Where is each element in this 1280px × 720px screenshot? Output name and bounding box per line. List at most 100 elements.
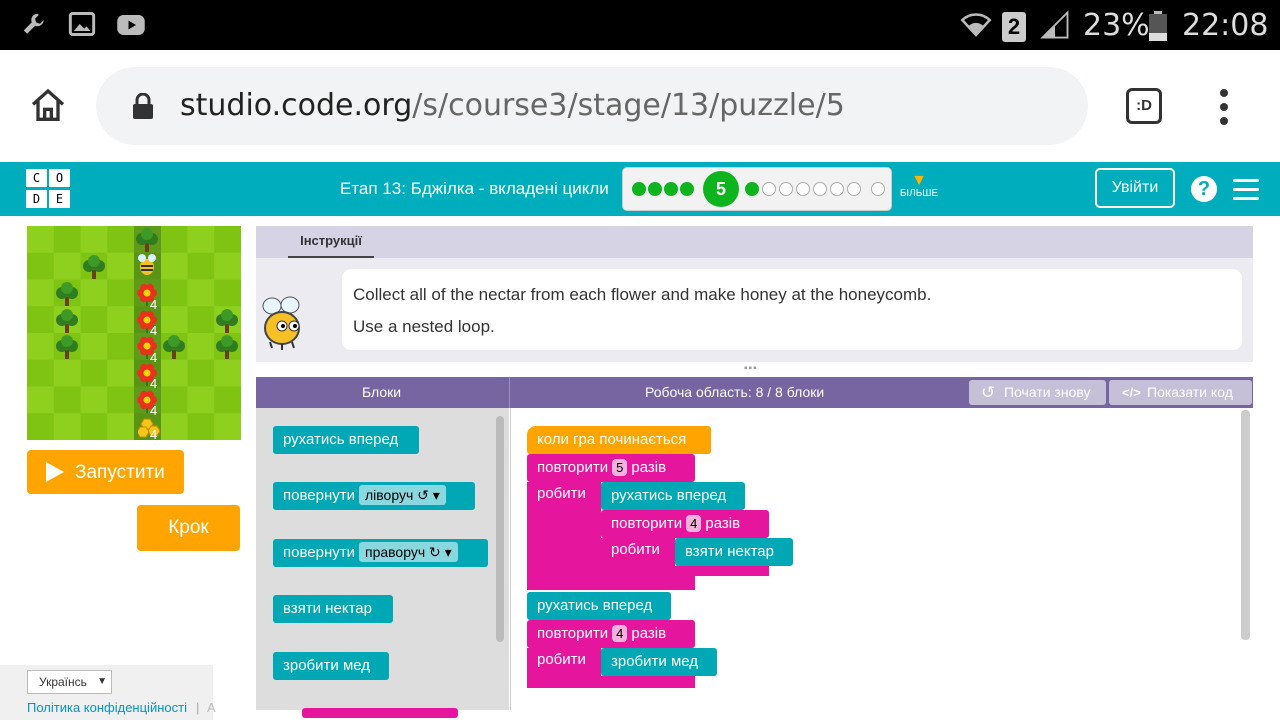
caret-down-icon: ▼ bbox=[97, 676, 107, 687]
restart-button[interactable]: ↺ Почати знову bbox=[969, 380, 1106, 405]
url-host: studio.code.org bbox=[180, 88, 413, 123]
level-dot[interactable] bbox=[680, 182, 694, 196]
tab-switcher-button[interactable]: :D bbox=[1126, 88, 1162, 124]
instruction-text: Collect all of the nectar from each flow… bbox=[353, 285, 932, 304]
toolbox-repeat-block[interactable] bbox=[302, 708, 458, 718]
more-levels-toggle[interactable]: ▼ БІЛЬШЕ bbox=[898, 172, 940, 200]
flower-count: 4 bbox=[150, 297, 158, 312]
workspace: коли гра починається повторити 5 разів роб… bbox=[510, 408, 1253, 710]
sim-icon: 2 bbox=[1002, 10, 1026, 42]
stage-title[interactable]: Етап 13: Бджілка - вкладені цикли bbox=[340, 179, 609, 199]
privacy-link[interactable]: Політика конфіденційності bbox=[27, 700, 187, 715]
level-dot[interactable] bbox=[745, 182, 759, 196]
level-dot[interactable] bbox=[847, 182, 861, 196]
level-dot[interactable] bbox=[796, 182, 810, 196]
home-icon[interactable] bbox=[28, 86, 68, 131]
flower-count: 4 bbox=[150, 350, 158, 365]
repeat-count-field[interactable]: 4 bbox=[686, 515, 702, 532]
browser-toolbar: studio.code.org/s/course3/stage/13/puzzl… bbox=[0, 50, 1280, 162]
step-button[interactable]: Крок bbox=[137, 505, 240, 551]
signin-button[interactable]: Увійти bbox=[1095, 168, 1175, 208]
level-dot[interactable] bbox=[632, 182, 646, 196]
repeat-count-field[interactable]: 4 bbox=[612, 625, 628, 642]
make-honey-block[interactable]: зробити мед bbox=[601, 648, 717, 676]
show-code-button[interactable]: </> Показати код bbox=[1109, 380, 1252, 405]
tab-instructions[interactable]: Інструкції bbox=[288, 226, 374, 258]
toolbox-scrollbar[interactable] bbox=[496, 416, 504, 642]
wifi-icon bbox=[960, 10, 992, 47]
toolbox: рухатись вперед повернути ліворуч ↺ ▾ пов… bbox=[256, 408, 509, 718]
status-bar: 2 23% 22:08 bbox=[0, 0, 1280, 50]
direction-dropdown[interactable]: ліворуч ↺ ▾ bbox=[358, 485, 446, 505]
instructions-panel: Інструкції Collect all of the nectar fro… bbox=[256, 226, 1253, 374]
youtube-icon bbox=[116, 10, 146, 47]
direction-dropdown[interactable]: праворуч ↻ ▾ bbox=[358, 542, 458, 562]
inner-repeat-block[interactable]: повторити 4 разів bbox=[601, 510, 769, 538]
url-path: /s/course3/stage/13/puzzle/5 bbox=[412, 88, 845, 123]
level-dot[interactable] bbox=[813, 182, 827, 196]
game-maze: 4 4 4 4 4 4 bbox=[27, 226, 241, 440]
level-dot[interactable] bbox=[664, 182, 678, 196]
flower-count: 4 bbox=[150, 323, 158, 338]
play-icon bbox=[45, 461, 65, 489]
toolbox-move-forward-block[interactable]: рухатись вперед bbox=[273, 426, 419, 454]
run-button[interactable]: Запустити bbox=[27, 450, 184, 494]
current-level-dot[interactable]: 5 bbox=[703, 171, 739, 207]
divider bbox=[509, 377, 510, 408]
level-dot[interactable] bbox=[779, 182, 793, 196]
get-nectar-block[interactable]: взяти нектар bbox=[675, 538, 793, 566]
do-label: робити bbox=[611, 541, 660, 558]
move-forward-block[interactable]: рухатись вперед bbox=[601, 482, 745, 510]
language-select[interactable]: Українсь ▼ bbox=[27, 670, 112, 694]
footer: Українсь ▼ Політика конфіденційності | A bbox=[0, 665, 216, 720]
move-forward-block[interactable]: рухатись вперед bbox=[527, 592, 671, 620]
overflow-menu-icon[interactable] bbox=[1214, 88, 1234, 131]
repeat-block[interactable]: повторити 4 разів bbox=[527, 620, 695, 648]
image-icon bbox=[68, 10, 96, 45]
footer-link[interactable]: A bbox=[207, 700, 216, 715]
level-dot[interactable] bbox=[762, 182, 776, 196]
repeat-count-field[interactable]: 5 bbox=[612, 459, 628, 476]
bee-icon bbox=[137, 254, 157, 281]
instruction-hint: Use a nested loop. bbox=[353, 317, 495, 336]
flower-count: 4 bbox=[150, 403, 158, 418]
triangle-down-icon: ▼ bbox=[911, 172, 927, 189]
footer-separator: | bbox=[196, 700, 200, 715]
honeycomb-count: 4 bbox=[150, 427, 158, 440]
inner-repeat-end-bar bbox=[601, 566, 769, 576]
instruction-bubble: Collect all of the nectar from each flow… bbox=[342, 269, 1242, 350]
toolbox-turn-right-block[interactable]: повернути праворуч ↻ ▾ bbox=[273, 539, 488, 567]
address-bar[interactable]: studio.code.org/s/course3/stage/13/puzzl… bbox=[96, 67, 1088, 145]
restart-icon: ↺ bbox=[981, 383, 996, 402]
instructions-header: Інструкції bbox=[256, 226, 1253, 258]
toolbox-make-honey-block[interactable]: зробити мед bbox=[273, 652, 389, 680]
hamburger-menu-icon[interactable] bbox=[1233, 179, 1259, 206]
wrench-icon bbox=[20, 10, 50, 47]
code-icon: </> bbox=[1122, 385, 1141, 400]
do-label: робити bbox=[537, 651, 586, 668]
repeat-block[interactable]: повторити 5 разів bbox=[527, 454, 695, 482]
workspace-scrollbar[interactable] bbox=[1241, 410, 1250, 640]
bee-avatar-icon bbox=[260, 296, 306, 355]
toolbox-get-nectar-block[interactable]: взяти нектар bbox=[273, 595, 393, 623]
level-dot[interactable] bbox=[871, 182, 885, 196]
level-dot[interactable] bbox=[830, 182, 844, 196]
workspace-header: Блоки Робоча область: 8 / 8 блоки ↺ Поча… bbox=[256, 377, 1253, 408]
repeat-end-bar bbox=[527, 676, 695, 688]
clock: 22:08 bbox=[1182, 8, 1269, 43]
when-run-block[interactable]: коли гра починається bbox=[527, 426, 711, 454]
site-header: C O D E Етап 13: Бджілка - вкладені цикл… bbox=[0, 162, 1280, 216]
battery-icon bbox=[1148, 11, 1168, 48]
toolbox-turn-left-block[interactable]: повернути ліворуч ↺ ▾ bbox=[273, 482, 475, 510]
flower-count: 4 bbox=[150, 376, 158, 391]
lock-icon bbox=[132, 92, 154, 124]
code-logo[interactable]: C O D E bbox=[26, 169, 72, 209]
workspace-count: Робоча область: 8 / 8 блоки bbox=[645, 384, 825, 400]
repeat-end-bar bbox=[527, 576, 695, 590]
level-progress: 5 bbox=[622, 167, 892, 211]
level-dot[interactable] bbox=[648, 182, 662, 196]
help-icon[interactable]: ? bbox=[1191, 176, 1217, 202]
signal-icon bbox=[1040, 10, 1070, 47]
battery-percent: 23% bbox=[1083, 8, 1150, 43]
resize-handle[interactable]: ▪▪▪ bbox=[744, 363, 758, 374]
